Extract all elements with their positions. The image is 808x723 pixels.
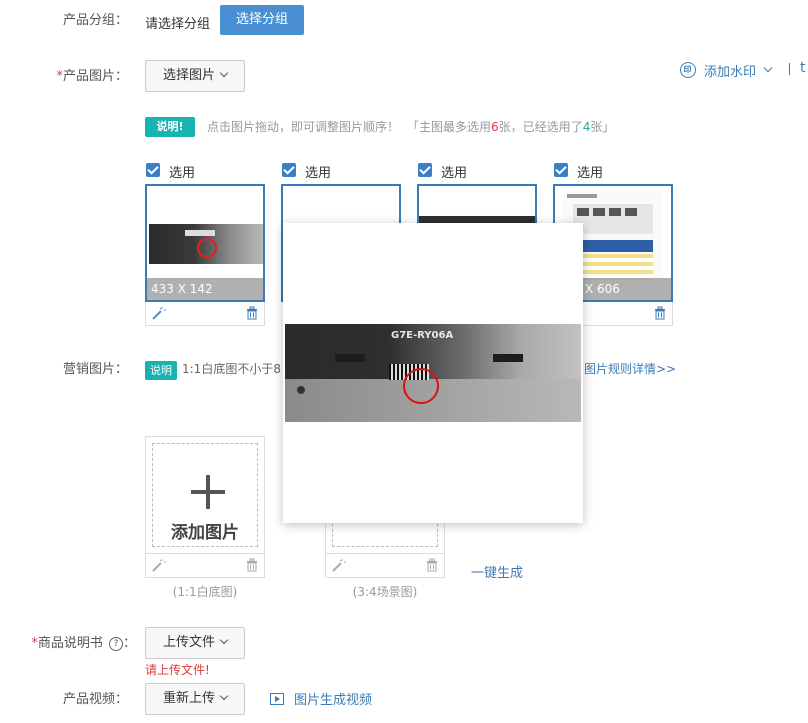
images-label: *产品图片：	[56, 69, 128, 84]
help-icon[interactable]: ?	[108, 636, 123, 651]
select-checkbox-2[interactable]	[282, 163, 296, 177]
caption-1-1: (1:1白底图)	[172, 585, 238, 599]
image-preview-popup: G7E-RY06A	[283, 223, 583, 523]
card-toolbar	[145, 554, 265, 578]
select-group-button[interactable]: 选择分组	[220, 5, 304, 35]
select-checkbox-4[interactable]	[554, 163, 568, 177]
trash-icon[interactable]	[246, 558, 258, 572]
product-image-card-1[interactable]: 433 X 142	[145, 184, 265, 302]
marketing-note-tag: 说明	[145, 361, 177, 380]
select-checkbox-1[interactable]	[146, 163, 160, 177]
manual-label: *商品说明书 ?：	[31, 636, 136, 651]
chevron-down-icon	[219, 635, 229, 645]
watermark-icon: 印	[680, 62, 696, 78]
group-placeholder: 请选择分组	[145, 17, 211, 32]
divider	[789, 63, 790, 75]
plus-icon	[191, 475, 225, 509]
note-text: 点击图片拖动，即可调整图片顺序！ 「主图最多选用6张，已经选用了4张」	[207, 120, 615, 134]
upload-error: 请上传文件!	[145, 663, 210, 677]
trash-icon[interactable]	[246, 306, 258, 320]
note-tag: 说明!	[145, 117, 195, 137]
checkbox-label: 选用	[305, 166, 332, 181]
image-dimensions: 433 X 142	[147, 278, 263, 300]
checkbox-label: 选用	[169, 166, 196, 181]
reupload-button[interactable]: 重新上传	[145, 683, 245, 715]
upload-file-button[interactable]: 上传文件	[145, 627, 245, 659]
trash-icon[interactable]	[654, 306, 666, 320]
chevron-down-icon	[763, 63, 773, 73]
card-toolbar	[325, 554, 445, 578]
image-rules-link[interactable]: 图片规则详情>>	[584, 360, 676, 377]
marketing-label: 营销图片：	[62, 362, 128, 377]
trash-icon[interactable]	[426, 558, 438, 572]
magic-wand-icon[interactable]	[152, 306, 166, 320]
add-watermark-button[interactable]: 印 添加水印	[680, 61, 773, 80]
magic-wand-icon[interactable]	[152, 558, 166, 572]
group-label: 产品分组：	[62, 13, 128, 28]
marketing-note-text: 1:1白底图不小于8	[182, 362, 281, 376]
add-image-box[interactable]: 添加图片	[145, 436, 265, 554]
generate-video-link[interactable]: 图片生成视频	[270, 689, 372, 708]
add-image-label: 添加图片	[171, 523, 239, 543]
checkbox-label: 选用	[577, 166, 604, 181]
magic-wand-icon[interactable]	[332, 558, 346, 572]
product-thumbnail	[149, 224, 263, 264]
caption-3-4: (3:4场景图)	[352, 585, 418, 599]
chevron-down-icon	[219, 691, 229, 701]
select-checkbox-3[interactable]	[418, 163, 432, 177]
card-toolbar	[145, 302, 265, 326]
video-icon	[270, 692, 284, 705]
select-images-button[interactable]: 选择图片	[145, 60, 245, 92]
checkbox-label: 选用	[441, 166, 468, 181]
preview-image: G7E-RY06A	[285, 324, 581, 422]
video-label: 产品视频：	[62, 692, 128, 707]
chevron-down-icon	[219, 68, 229, 78]
product-model-text: G7E-RY06A	[391, 330, 454, 341]
one-click-generate-link[interactable]: 一键生成	[471, 562, 523, 581]
more-link-truncated[interactable]: t	[800, 60, 806, 76]
